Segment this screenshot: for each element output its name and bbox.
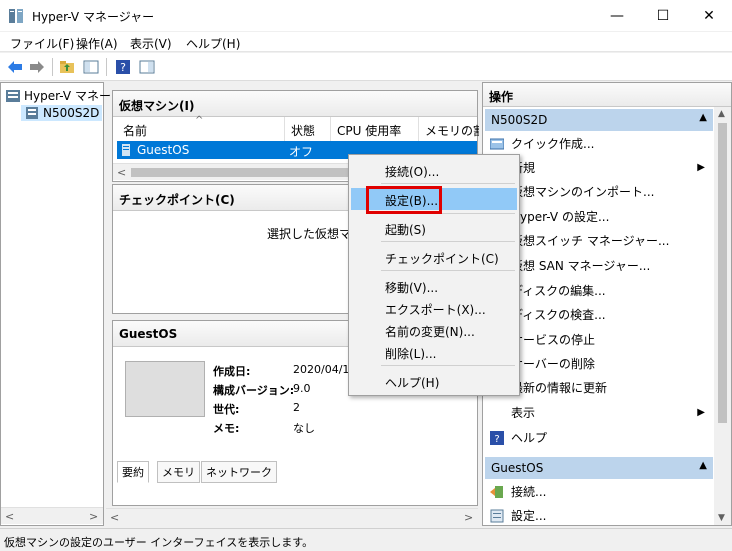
column-state[interactable]: 状態 [285, 117, 331, 141]
menu-bar: ファイル(F) 操作(A) 表示(V) ヘルプ(H) [0, 32, 732, 52]
center-horizontal-scrollbar[interactable]: < > [106, 508, 478, 525]
quick-create-icon [489, 136, 505, 152]
menu-action[interactable]: 操作(A) [76, 35, 118, 52]
sort-caret-icon: ^ [195, 115, 204, 126]
tree-horizontal-scrollbar[interactable]: < > [1, 507, 103, 524]
actions-section-host[interactable]: N500S2D ▲ [485, 109, 713, 131]
show-hide-tree-icon[interactable] [82, 58, 100, 76]
menu-help[interactable]: ヘルプ(H) [186, 35, 240, 52]
scroll-right-icon[interactable]: > [89, 510, 98, 523]
up-folder-icon[interactable] [58, 58, 76, 76]
scroll-thumb[interactable] [131, 168, 361, 177]
title-bar: Hyper-V マネージャー — ☐ ✕ [0, 0, 732, 32]
actions-vertical-scrollbar[interactable]: ▲ ▼ [714, 107, 731, 525]
host-server-icon [26, 107, 38, 119]
tab-network[interactable]: ネットワーク [201, 461, 277, 483]
ctx-start[interactable]: 起動(S) [351, 217, 517, 239]
close-button[interactable]: ✕ [686, 0, 732, 32]
back-arrow-icon[interactable] [6, 58, 24, 76]
vm-icon [122, 144, 130, 156]
minimize-button[interactable]: — [594, 0, 640, 32]
tab-memory[interactable]: メモリ [157, 461, 200, 483]
column-memory[interactable]: メモリの割り [419, 117, 479, 141]
value-notes: なし [293, 422, 315, 435]
scroll-up-icon[interactable]: ▲ [718, 109, 725, 119]
ctx-separator [381, 270, 515, 271]
navigation-tree: Hyper-V マネー N500S2D < > [0, 82, 111, 526]
ctx-rename[interactable]: 名前の変更(N)... [351, 319, 517, 341]
vm-thumbnail [125, 361, 205, 417]
action-connect[interactable]: 接続... [489, 483, 546, 500]
svg-text:?: ? [120, 61, 126, 74]
ctx-checkpoint[interactable]: チェックポイント(C) [351, 246, 517, 268]
ctx-export[interactable]: エクスポート(X)... [351, 297, 517, 319]
action-help[interactable]: ? ヘルプ [489, 429, 547, 446]
value-created: 2020/04/1 [293, 363, 350, 376]
scroll-left-icon[interactable]: < [110, 511, 119, 524]
hyperv-app-icon [9, 9, 23, 23]
toolbar-separator [106, 58, 107, 76]
label-config-version: 構成バージョン: [213, 384, 295, 397]
label-generation: 世代: [213, 403, 240, 416]
help-icon: ? [489, 430, 505, 446]
column-cpu[interactable]: CPU 使用率 [331, 117, 419, 141]
scroll-down-icon[interactable]: ▼ [718, 513, 725, 523]
ctx-help[interactable]: ヘルプ(H) [351, 370, 517, 392]
host-section-label: N500S2D [491, 113, 548, 127]
ctx-separator [381, 365, 515, 366]
value-generation: 2 [293, 401, 300, 414]
vm-section-label: GuestOS [491, 461, 544, 475]
settings-icon [489, 508, 505, 524]
action-settings[interactable]: 設定... [489, 507, 546, 524]
vm-name: GuestOS [137, 143, 190, 157]
collapse-up-icon[interactable]: ▲ [699, 112, 707, 123]
action-quick-create[interactable]: クイック作成... [489, 135, 594, 152]
svg-text:?: ? [494, 434, 499, 445]
ctx-move[interactable]: 移動(V)... [351, 275, 517, 297]
submenu-arrow-icon: ▶ [697, 407, 705, 418]
show-hide-action-pane-icon[interactable] [138, 58, 156, 76]
actions-section-vm[interactable]: GuestOS ▲ [485, 457, 713, 479]
help-icon[interactable]: ? [114, 58, 132, 76]
status-bar: 仮想マシンの設定のユーザー インターフェイスを表示します。 [0, 528, 732, 551]
submenu-arrow-icon: ▶ [697, 162, 705, 173]
scroll-left-icon[interactable]: < [5, 510, 14, 523]
maximize-button[interactable]: ☐ [640, 0, 686, 32]
highlight-callout [366, 186, 442, 214]
tree-item-host[interactable]: N500S2D [21, 105, 103, 121]
toolbar-separator [52, 58, 53, 76]
menu-file[interactable]: ファイル(F) [10, 35, 74, 52]
ctx-connect[interactable]: 接続(O)... [351, 159, 517, 181]
scroll-right-icon[interactable]: > [464, 511, 473, 524]
vm-state: オフ [289, 145, 314, 159]
forward-arrow-icon[interactable] [28, 58, 46, 76]
ctx-separator [381, 183, 515, 184]
actions-pane-title: 操作 [483, 83, 731, 107]
value-config-version: 9.0 [293, 382, 311, 395]
toolbar: ? [0, 53, 732, 81]
server-icon [6, 89, 20, 102]
vm-pane-title: 仮想マシン(I) [113, 91, 477, 117]
scroll-thumb[interactable] [718, 123, 727, 423]
menu-view[interactable]: 表示(V) [130, 35, 172, 52]
action-view[interactable]: 表示 [489, 404, 535, 421]
tree-root-hyperv[interactable]: Hyper-V マネー [5, 87, 111, 104]
scroll-left-icon[interactable]: < [117, 166, 126, 179]
window-title: Hyper-V マネージャー [32, 10, 155, 24]
ctx-separator [381, 241, 515, 242]
label-created: 作成日: [213, 365, 251, 378]
ctx-delete[interactable]: 削除(L)... [351, 341, 517, 363]
tree-host-label: N500S2D [43, 106, 100, 120]
collapse-up-icon[interactable]: ▲ [699, 460, 707, 471]
connect-icon [489, 484, 505, 500]
label-notes: メモ: [213, 422, 240, 435]
tab-summary[interactable]: 要約 [117, 461, 149, 483]
tree-root-label: Hyper-V マネー [24, 89, 111, 103]
